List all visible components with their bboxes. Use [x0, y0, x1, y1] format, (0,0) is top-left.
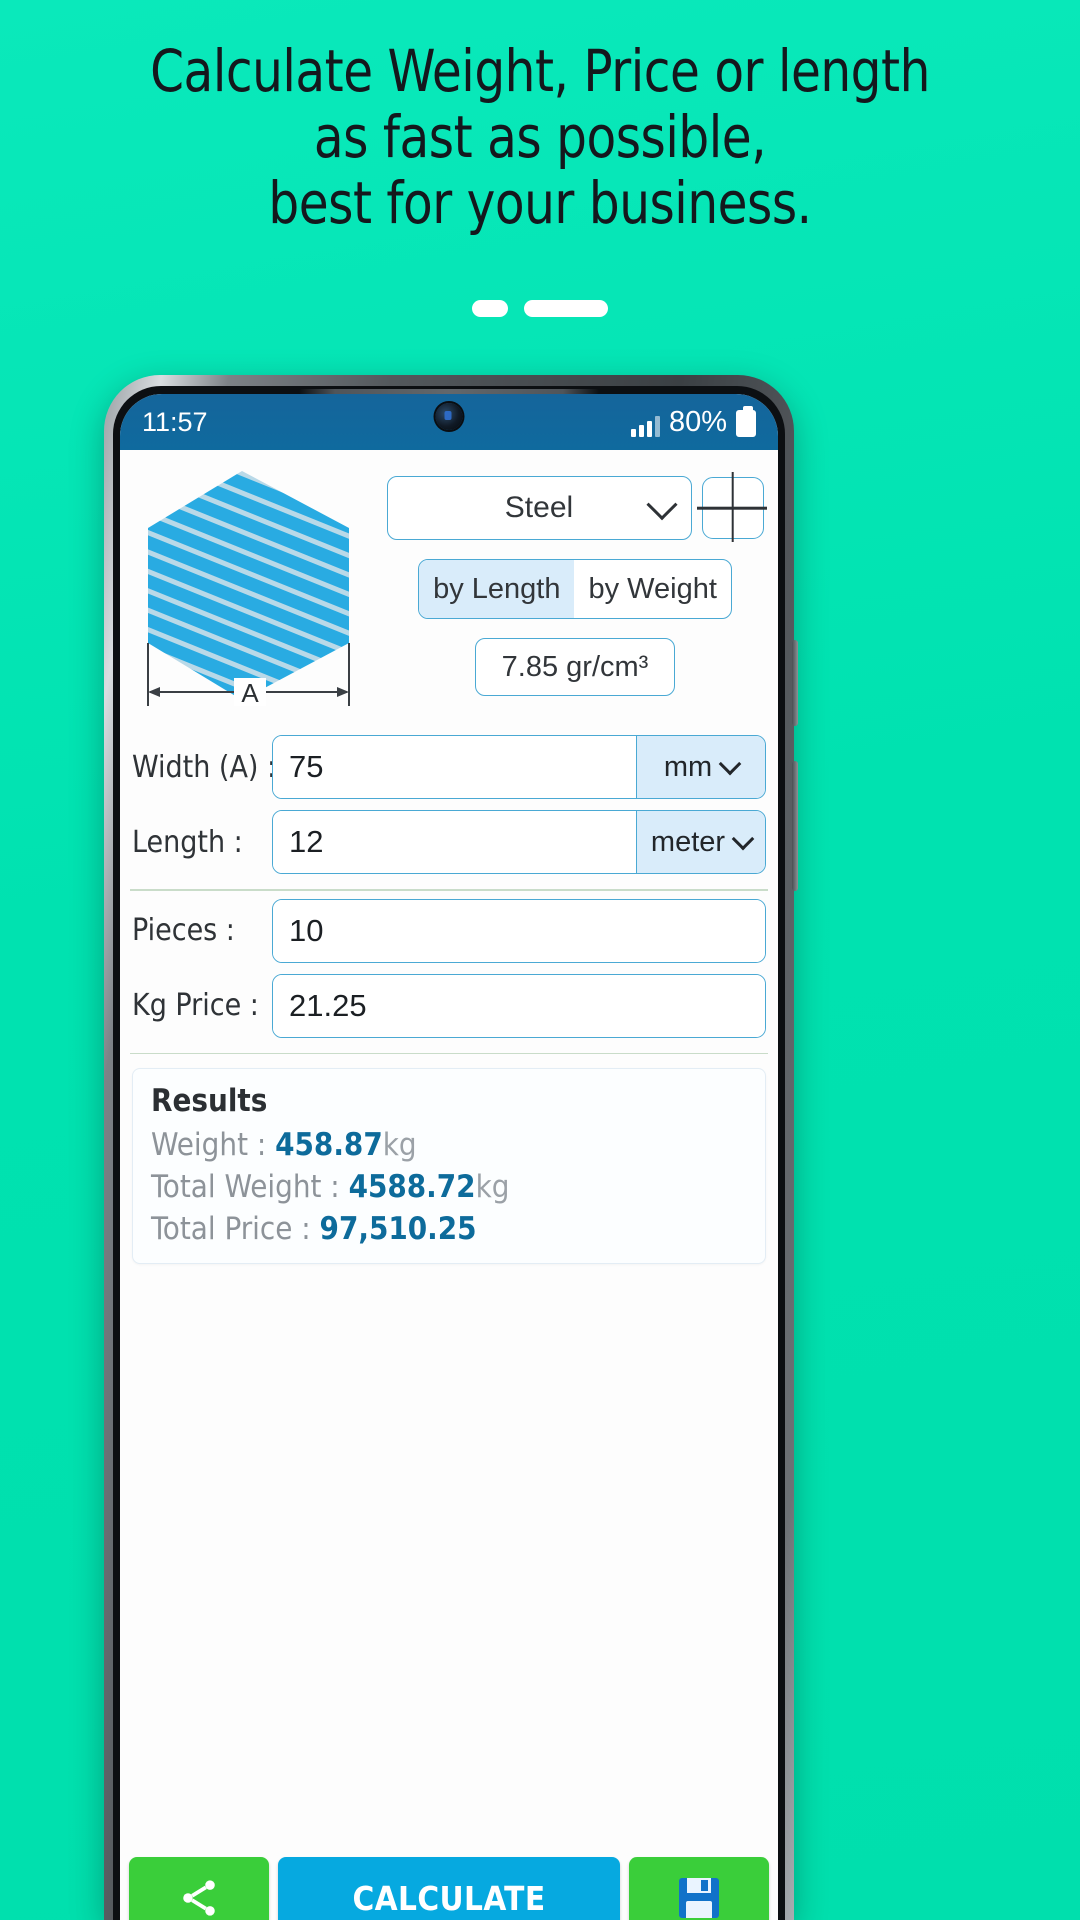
pieces-label: Pieces : [132, 913, 235, 949]
headline-line-1: Calculate Weight, Price or length [150, 37, 930, 105]
pieces-row: Pieces : 10 [132, 898, 766, 963]
chevron-down-icon [731, 827, 755, 851]
front-camera-icon [435, 403, 463, 430]
phone-volume-button [792, 640, 798, 726]
kg-price-input[interactable]: 21.25 [273, 974, 765, 1037]
pieces-input[interactable]: 10 [273, 899, 765, 962]
headline-line-3: best for your business. [268, 169, 812, 237]
signal-bars-icon [630, 415, 660, 437]
result-total-weight-value: 4588.72 [348, 1169, 476, 1206]
length-field-wrap[interactable]: 12 meter [272, 810, 766, 874]
width-unit-dropdown[interactable]: mm [636, 736, 765, 798]
top-controls: Steel by Length by Weight 7.85 gr/cm³ [386, 466, 764, 721]
width-unit-label: mm [663, 750, 713, 783]
result-total-weight-unit: kg [475, 1169, 510, 1206]
kg-price-field-wrap[interactable]: 21.25 [272, 973, 766, 1038]
chevron-down-icon [718, 752, 742, 776]
headline-line-2: as fast as possible, [313, 103, 767, 171]
battery-icon [736, 405, 756, 437]
results-divider [130, 1052, 768, 1055]
material-dropdown[interactable]: Steel [386, 476, 692, 540]
result-total-price-value: 97,510.25 [319, 1211, 477, 1248]
battery-percent-label: 80% [668, 405, 727, 438]
mode-by-length-option[interactable]: by Length [419, 560, 575, 618]
floppy-save-icon [679, 1878, 719, 1918]
kg-price-row: Kg Price : 21.25 [132, 973, 766, 1038]
result-row-total-weight: Total Weight : 4588.72kg [151, 1169, 747, 1205]
status-bar: 11:57 80% [120, 394, 778, 450]
carousel-dot-2[interactable] [524, 300, 608, 317]
phone-power-button [792, 761, 798, 891]
results-panel: Results Weight : 458.87kg Total Weight :… [132, 1068, 766, 1265]
status-indicators: 80% [630, 405, 756, 438]
carousel-indicator[interactable] [0, 300, 1080, 317]
calculation-mode-toggle[interactable]: by Length by Weight [418, 559, 732, 619]
share-icon [183, 1880, 215, 1916]
phone-mockup: 11:57 80% A Steel by Length by Weight 7.… [104, 375, 798, 1920]
result-weight-label: Weight : [151, 1127, 267, 1164]
result-weight-value: 458.87 [275, 1127, 383, 1164]
input-form: Width (A) : 75 mm Length : 12 meter [120, 727, 778, 889]
svg-text:A: A [241, 678, 259, 708]
status-time: 11:57 [142, 406, 208, 437]
save-button[interactable] [629, 1857, 769, 1920]
carousel-dot-1[interactable] [472, 300, 508, 317]
length-label: Length : [132, 824, 243, 860]
app-content: A Steel by Length by Weight 7.85 gr/cm³ … [120, 450, 778, 1920]
phone-bezel: 11:57 80% A Steel by Length by Weight 7.… [113, 386, 785, 1920]
length-unit-label: meter [650, 825, 726, 858]
length-input[interactable]: 12 [273, 811, 636, 873]
width-row: Width (A) : 75 mm [132, 735, 766, 799]
material-selected-label: Steel [504, 491, 574, 524]
results-title: Results [151, 1083, 268, 1120]
hexagon-bar-diagram: A [134, 466, 386, 721]
width-label: Width (A) : [132, 749, 277, 785]
share-button[interactable] [129, 1857, 269, 1920]
pieces-field-wrap[interactable]: 10 [272, 898, 766, 963]
phone-screen: 11:57 80% A Steel by Length by Weight 7.… [120, 394, 778, 1920]
chevron-down-icon [645, 489, 678, 521]
density-field[interactable]: 7.85 gr/cm³ [474, 638, 676, 696]
promo-headline: Calculate Weight, Price or length as fas… [38, 38, 1042, 236]
result-row-total-price: Total Price : 97,510.25 [151, 1211, 747, 1247]
calculate-button[interactable]: CALCULATE [278, 1857, 620, 1920]
mode-by-weight-option[interactable]: by Weight [574, 560, 730, 618]
result-weight-unit: kg [382, 1127, 417, 1164]
phone-earpiece [299, 389, 599, 394]
add-material-button[interactable] [701, 477, 764, 539]
result-row-weight: Weight : 458.87kg [151, 1127, 747, 1163]
result-total-price-label: Total Price : [151, 1211, 311, 1248]
kg-price-label: Kg Price : [132, 988, 259, 1024]
top-section: A Steel by Length by Weight 7.85 gr/cm³ [120, 450, 778, 727]
width-field-wrap[interactable]: 75 mm [272, 735, 766, 799]
material-row: Steel [386, 476, 764, 540]
width-input[interactable]: 75 [273, 736, 636, 798]
input-form-secondary: Pieces : 10 Kg Price : 21.25 [120, 891, 778, 1053]
length-unit-dropdown[interactable]: meter [636, 811, 765, 873]
bottom-action-bar: CALCULATE [120, 1847, 778, 1920]
result-total-weight-label: Total Weight : [151, 1169, 340, 1206]
length-row: Length : 12 meter [132, 810, 766, 874]
